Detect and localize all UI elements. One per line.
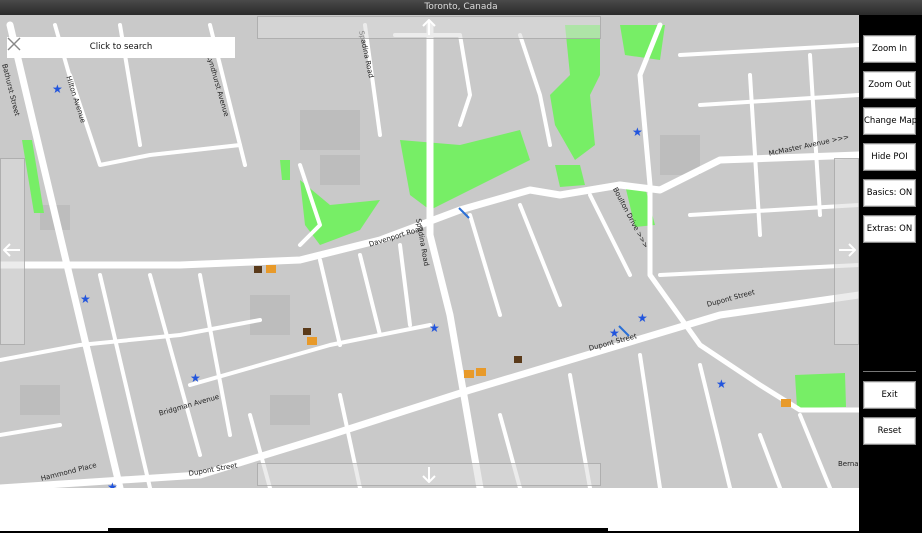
- zoom-in-button[interactable]: Zoom In: [863, 35, 916, 63]
- pan-up-area[interactable]: [257, 16, 601, 39]
- extras-toggle-button[interactable]: Extras: ON: [863, 215, 916, 243]
- exit-button[interactable]: Exit: [863, 381, 916, 409]
- arrow-left-icon: [3, 243, 20, 257]
- svg-text:★: ★: [80, 292, 91, 306]
- street-label: Berna: [838, 460, 859, 468]
- pan-right-area[interactable]: [834, 158, 859, 345]
- food-poi-icons[interactable]: [254, 265, 791, 407]
- reset-button[interactable]: Reset: [863, 417, 916, 445]
- pan-down-area[interactable]: [257, 463, 601, 486]
- hide-poi-button[interactable]: Hide POI: [863, 143, 916, 171]
- change-map-button[interactable]: Change Map: [863, 107, 917, 135]
- roads: [0, 21, 859, 488]
- svg-text:★: ★: [632, 125, 643, 139]
- side-panel: Zoom In Zoom Out Change Map Hide POI Bas…: [859, 15, 922, 533]
- svg-text:★: ★: [716, 377, 727, 391]
- arrow-up-icon: [422, 19, 436, 35]
- svg-text:★: ★: [637, 311, 648, 325]
- status-bar: [0, 488, 859, 531]
- svg-text:★: ★: [429, 321, 440, 335]
- arrow-right-icon: [839, 243, 856, 257]
- window-title: Toronto, Canada: [0, 0, 922, 15]
- svg-text:★: ★: [107, 480, 118, 488]
- basics-toggle-button[interactable]: Basics: ON: [863, 179, 916, 207]
- zoom-out-button[interactable]: Zoom Out: [863, 71, 916, 99]
- map-canvas[interactable]: ★ ★ ★ ★ ★ ★ ★ ★ ★: [0, 15, 859, 488]
- svg-text:★: ★: [52, 82, 63, 96]
- map-view[interactable]: ★ ★ ★ ★ ★ ★ ★ ★ ★ Bathurst Street Hilton…: [0, 15, 859, 488]
- search-placeholder: Click to search: [89, 42, 153, 52]
- transit-icons[interactable]: [458, 207, 630, 337]
- arrow-down-icon: [422, 467, 436, 483]
- pan-left-area[interactable]: [0, 158, 25, 345]
- status-divider: [108, 528, 608, 531]
- panel-divider: [863, 371, 916, 372]
- svg-text:★: ★: [190, 371, 201, 385]
- close-icon[interactable]: [7, 37, 21, 51]
- search-box[interactable]: Click to search: [7, 37, 235, 58]
